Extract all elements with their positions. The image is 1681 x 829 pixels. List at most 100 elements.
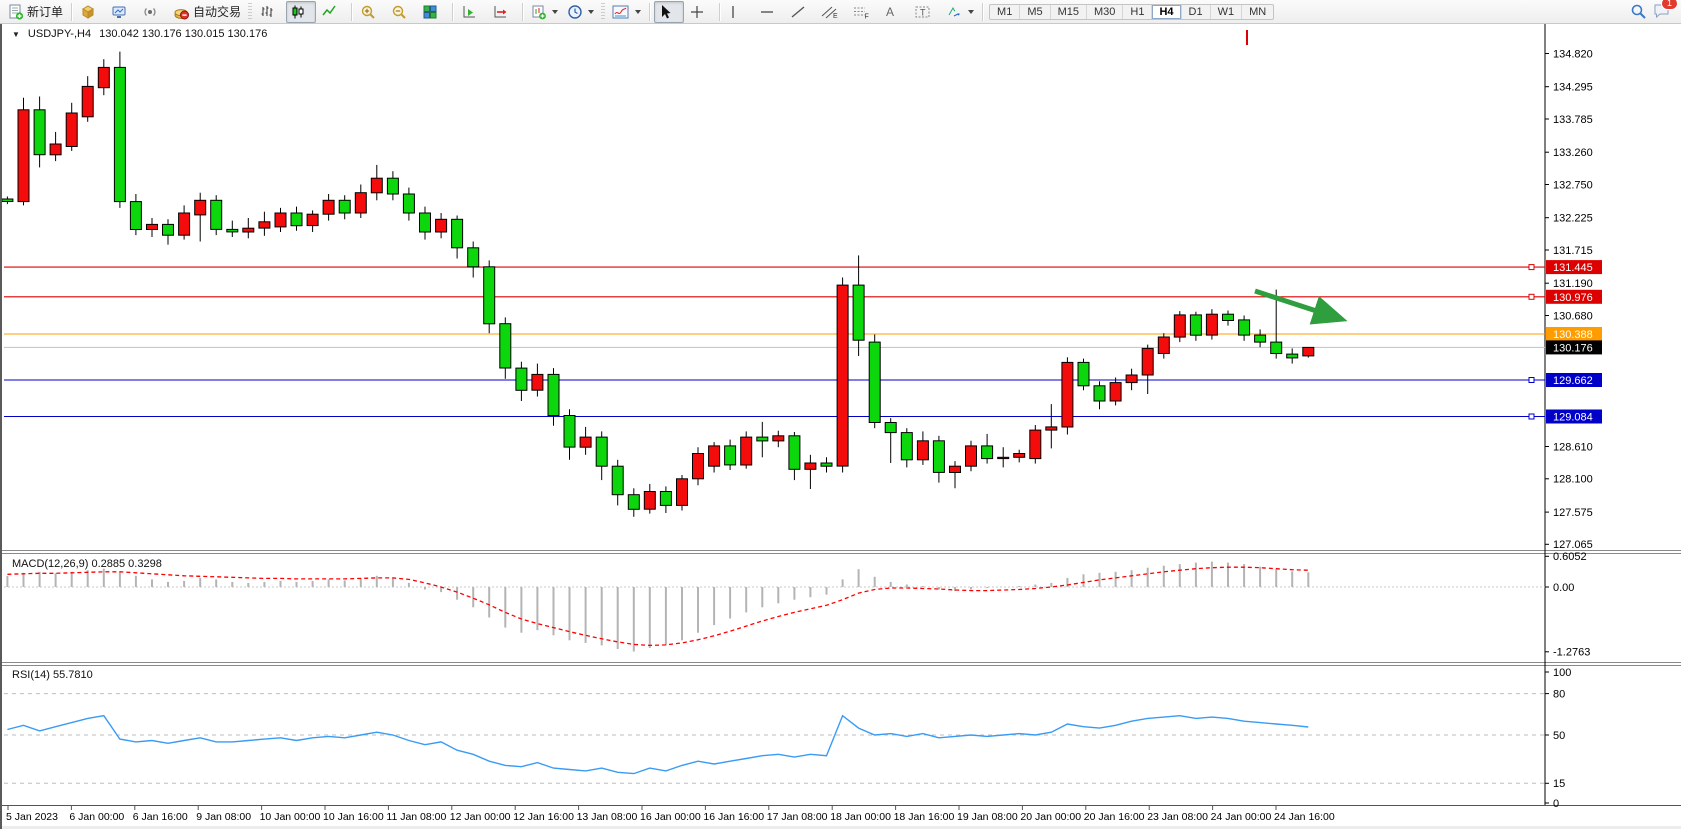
date-label: 11 Jan 08:00 bbox=[386, 811, 446, 823]
toolbar-separator bbox=[719, 3, 720, 21]
price-tick-label: 133.785 bbox=[1553, 114, 1593, 126]
timeframe-button-m30[interactable]: M30 bbox=[1087, 5, 1123, 19]
algo-trading-button[interactable]: 自动交易 bbox=[169, 1, 245, 23]
rsi-label: RSI(14) 55.7810 bbox=[12, 669, 93, 681]
candlestick-chart-icon bbox=[290, 4, 306, 20]
chart-ohlc-header: ▼ USDJPY-,H4 130.042 130.176 130.015 130… bbox=[12, 28, 267, 40]
algo-trading-icon bbox=[173, 4, 190, 20]
auto-scroll-button[interactable] bbox=[457, 1, 487, 23]
sell-arrow[interactable] bbox=[1255, 291, 1338, 318]
timeframe-button-m1[interactable]: M1 bbox=[990, 5, 1020, 19]
auto-scroll-icon bbox=[461, 4, 477, 20]
signals-button[interactable] bbox=[138, 1, 168, 23]
navigator-icon bbox=[111, 4, 127, 20]
line-handle[interactable] bbox=[1529, 378, 1534, 383]
price-tick-label: 134.295 bbox=[1553, 82, 1593, 94]
line-handle[interactable] bbox=[1529, 265, 1534, 270]
price-tick-label: 132.225 bbox=[1553, 213, 1593, 225]
vertical-line-icon bbox=[728, 4, 738, 20]
fibonacci-tool[interactable]: F bbox=[848, 1, 878, 23]
timeframe-button-m5[interactable]: M5 bbox=[1020, 5, 1050, 19]
price-tick-label: 133.260 bbox=[1553, 147, 1593, 159]
zoom-in-button[interactable] bbox=[356, 1, 386, 23]
indicators-button[interactable] bbox=[608, 1, 645, 23]
svg-text:A: A bbox=[886, 5, 894, 19]
gold-cube-icon bbox=[80, 4, 96, 20]
date-label: 17 Jan 08:00 bbox=[767, 811, 828, 823]
chart-shift-icon bbox=[492, 4, 508, 20]
date-label: 20 Jan 00:00 bbox=[1020, 811, 1081, 823]
date-label: 10 Jan 00:00 bbox=[260, 811, 321, 823]
svg-text:F: F bbox=[865, 13, 869, 20]
timeframe-button-w1[interactable]: W1 bbox=[1211, 5, 1243, 19]
zoom-out-button[interactable] bbox=[387, 1, 417, 23]
timeframe-button-h1[interactable]: H1 bbox=[1123, 5, 1152, 19]
equidistant-channel-tool[interactable]: E bbox=[817, 1, 847, 23]
candles bbox=[2, 52, 1314, 517]
line-handle[interactable] bbox=[1529, 294, 1534, 299]
text-label-tool[interactable]: T bbox=[910, 1, 940, 23]
collapse-triangle-icon[interactable]: ▼ bbox=[12, 30, 20, 39]
vertical-line-tool[interactable] bbox=[724, 1, 754, 23]
timeframe-button-d1[interactable]: D1 bbox=[1182, 5, 1211, 19]
date-label: 23 Jan 08:00 bbox=[1147, 811, 1208, 823]
timeframe-button-mn[interactable]: MN bbox=[1242, 5, 1273, 19]
navigator-button[interactable] bbox=[107, 1, 137, 23]
date-label: 6 Jan 16:00 bbox=[133, 811, 188, 823]
price-tick-label: 128.610 bbox=[1553, 441, 1593, 453]
date-label: 24 Jan 00:00 bbox=[1211, 811, 1272, 823]
dropdown-caret bbox=[968, 10, 974, 14]
chart-canvas[interactable]: 134.820134.295133.785133.260132.750132.2… bbox=[2, 24, 1681, 829]
indicators-icon bbox=[612, 4, 630, 20]
rsi-axis-label: 0 bbox=[1553, 798, 1559, 810]
tile-windows-button[interactable] bbox=[418, 1, 448, 23]
date-label: 19 Jan 08:00 bbox=[957, 811, 1018, 823]
cursor-icon bbox=[658, 4, 672, 20]
macd-axis-label: -1.2763 bbox=[1553, 647, 1590, 659]
trendline-tool[interactable] bbox=[786, 1, 816, 23]
search-icon[interactable] bbox=[1630, 3, 1647, 20]
date-label: 18 Jan 16:00 bbox=[894, 811, 955, 823]
new-order-button[interactable]: 新订单 bbox=[4, 1, 67, 23]
text-icon: A bbox=[883, 4, 897, 20]
line-chart-button[interactable] bbox=[317, 1, 347, 23]
new-chart-button[interactable] bbox=[527, 1, 562, 23]
zoom-out-icon bbox=[391, 4, 407, 20]
line-handle[interactable] bbox=[1529, 414, 1534, 419]
main-toolbar: 新订单 自动交易 bbox=[0, 0, 1681, 24]
toolbar-grip bbox=[248, 3, 252, 21]
timeframe-button-m15[interactable]: M15 bbox=[1051, 5, 1087, 19]
shapes-icon bbox=[945, 4, 963, 20]
date-label: 10 Jan 16:00 bbox=[323, 811, 384, 823]
tile-windows-icon bbox=[422, 4, 438, 20]
price-tick-label: 127.065 bbox=[1553, 539, 1593, 551]
rsi-axis-label: 80 bbox=[1553, 688, 1565, 700]
cursor-tool-button[interactable] bbox=[654, 1, 684, 23]
chart-window: ▼ USDJPY-,H4 130.042 130.176 130.015 130… bbox=[0, 24, 1681, 829]
chart-shift-button[interactable] bbox=[488, 1, 518, 23]
price-tick-label: 134.820 bbox=[1553, 48, 1593, 60]
clock-icon bbox=[567, 4, 583, 20]
toolbar-separator bbox=[71, 3, 72, 21]
text-tool[interactable]: A bbox=[879, 1, 909, 23]
timeframe-button-h4[interactable]: H4 bbox=[1152, 5, 1181, 19]
crosshair-tool-button[interactable] bbox=[685, 1, 715, 23]
price-tick-label: 128.100 bbox=[1553, 474, 1593, 486]
macd-axis-label: 0.6052 bbox=[1553, 551, 1587, 563]
toolbar-grip bbox=[601, 3, 605, 21]
bar-chart-button[interactable] bbox=[255, 1, 285, 23]
notifications-button[interactable]: 1 bbox=[1653, 2, 1671, 22]
candlestick-chart-button[interactable] bbox=[286, 1, 316, 23]
bar-chart-icon bbox=[259, 4, 275, 20]
shapes-tool[interactable] bbox=[941, 1, 978, 23]
price-tick-label: 131.715 bbox=[1553, 245, 1593, 257]
svg-text:129.662: 129.662 bbox=[1553, 375, 1593, 387]
toolbar-separator bbox=[452, 3, 453, 21]
period-presets-button[interactable] bbox=[563, 1, 598, 23]
toolbar-separator bbox=[982, 3, 983, 21]
svg-text:130.976: 130.976 bbox=[1553, 292, 1593, 304]
horizontal-line-tool[interactable] bbox=[755, 1, 785, 23]
svg-text:130.388: 130.388 bbox=[1553, 329, 1593, 341]
macd-axis-label: 0.00 bbox=[1553, 582, 1574, 594]
market-watch-button[interactable] bbox=[76, 1, 106, 23]
